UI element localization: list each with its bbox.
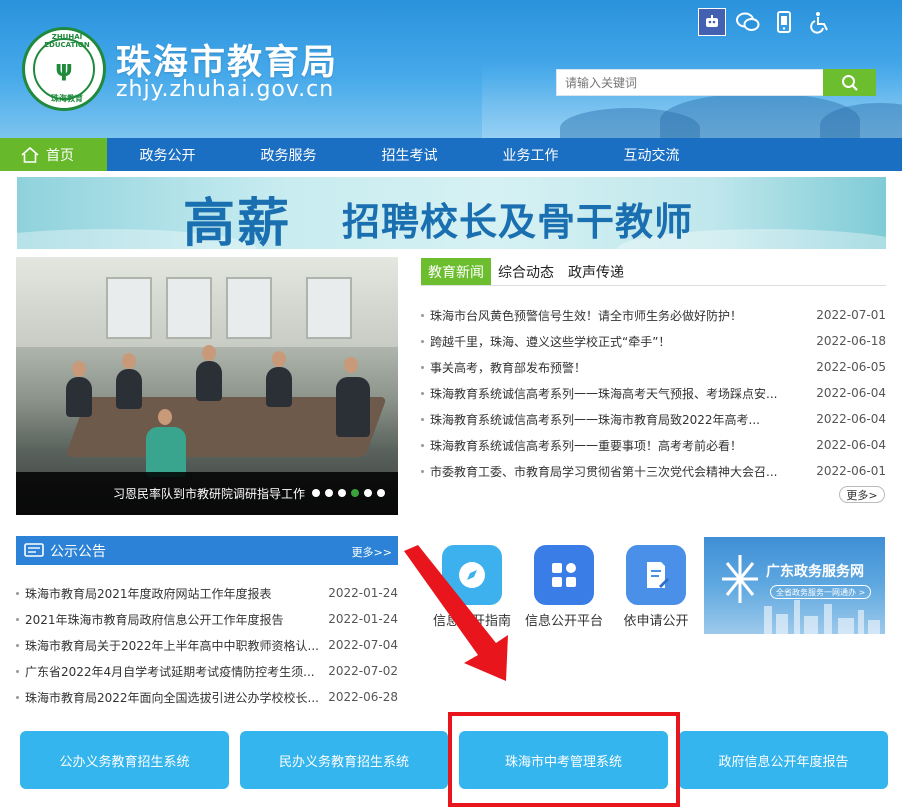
news-item[interactable]: 珠海教育系统诚信高考系列一一珠海市教育局致2022年高考... 2022-06-0… bbox=[421, 406, 886, 432]
notice-item-date: 2022-07-04 bbox=[328, 638, 398, 652]
tab-education-news[interactable]: 教育新闻 bbox=[421, 258, 491, 285]
slide-dot[interactable] bbox=[312, 489, 320, 497]
robot-assistant-icon[interactable] bbox=[698, 8, 726, 36]
home-icon bbox=[21, 146, 39, 163]
mobile-icon[interactable] bbox=[770, 8, 798, 36]
notice-item-title[interactable]: 2021年珠海市教育局政府信息公开工作年度报告 bbox=[25, 611, 321, 628]
notice-item-date: 2022-07-02 bbox=[328, 664, 398, 678]
document-pen-icon bbox=[626, 545, 686, 605]
public-compulsory-enrollment-button[interactable]: 公办义务教育招生系统 bbox=[20, 731, 229, 789]
site-domain: zhjy.zhuhai.gov.cn bbox=[116, 77, 335, 102]
notice-item-date: 2022-06-28 bbox=[328, 690, 398, 704]
news-title[interactable]: 珠海教育系统诚信高考系列一一重要事项！高考考前必看！ bbox=[430, 437, 785, 454]
banner-headline: 高薪 bbox=[183, 194, 292, 249]
slide-dot[interactable] bbox=[338, 489, 346, 497]
guangdong-service-card[interactable]: 广东政务服务网 全省政务服务一网通办 > bbox=[704, 537, 885, 634]
tab-general-updates[interactable]: 综合动态 bbox=[491, 258, 561, 285]
news-item[interactable]: 市委教育工委、市教育局学习贯彻省第十三次党代会精神大会召... 2022-06-0… bbox=[421, 458, 886, 484]
notice-item-title[interactable]: 珠海市教育局2022年面向全国选拔引进公办学校校长... bbox=[25, 689, 321, 706]
nav-item-government-services[interactable]: 政务服务 bbox=[228, 138, 349, 171]
notice-item-title[interactable]: 珠海市教育局关于2022年上半年高中中职教师资格认... bbox=[25, 637, 321, 654]
app-label: 信息公开平台 bbox=[524, 614, 603, 629]
search-button[interactable] bbox=[823, 69, 876, 96]
red-highlight-box bbox=[448, 712, 680, 807]
news-item[interactable]: 跨越千里，珠海、遵义这些学校正式“牵手”！ 2022-06-18 bbox=[421, 328, 886, 354]
notice-item[interactable]: 珠海市教育局2022年面向全国选拔引进公办学校校长... 2022-06-28 bbox=[16, 684, 398, 710]
notice-header: 公示公告 更多>> bbox=[16, 536, 398, 565]
nav-item-home[interactable]: 首页 bbox=[0, 138, 107, 171]
slideshow-dots bbox=[312, 489, 385, 497]
app-label: 依申请公开 bbox=[623, 614, 689, 629]
logo-text-bottom: 珠海教育 bbox=[51, 94, 83, 103]
news-date: 2022-06-01 bbox=[816, 464, 886, 478]
tab-divider bbox=[421, 285, 886, 286]
news-item[interactable]: 珠海教育系统诚信高考系列一一珠海高考天气预报、考场踩点安... 2022-06-0… bbox=[421, 380, 886, 406]
news-date: 2022-06-04 bbox=[816, 386, 886, 400]
nav-item-label: 首页 bbox=[46, 147, 74, 164]
news-title[interactable]: 市委教育工委、市教育局学习贯彻省第十三次党代会精神大会召... bbox=[430, 463, 785, 480]
private-compulsory-enrollment-button[interactable]: 民办义务教育招生系统 bbox=[240, 731, 448, 789]
site-header: ZHUHAI EDUCATION ψ 珠海教育 珠海市教育局 zhjy.zhuh… bbox=[0, 0, 902, 138]
news-date: 2022-07-01 bbox=[816, 308, 886, 322]
notice-item-date: 2022-01-24 bbox=[328, 586, 398, 600]
page: ZHUHAI EDUCATION ψ 珠海教育 珠海市教育局 zhjy.zhuh… bbox=[0, 0, 902, 811]
news-date: 2022-06-04 bbox=[816, 412, 886, 426]
news-title[interactable]: 事关高考，教育部发布预警！ bbox=[430, 359, 785, 376]
news-more-button[interactable]: 更多> bbox=[839, 486, 885, 503]
nav-item-business-work[interactable]: 业务工作 bbox=[470, 138, 591, 171]
banner-subline: 招聘校长及骨干教师 bbox=[342, 200, 694, 244]
search-icon bbox=[841, 74, 858, 91]
grid-icon bbox=[534, 545, 594, 605]
notice-item[interactable]: 2021年珠海市教育局政府信息公开工作年度报告 2022-01-24 bbox=[16, 606, 398, 632]
news-item[interactable]: 珠海市台风黄色预警信号生效！请全市师生务必做好防护！ 2022-07-01 bbox=[421, 302, 886, 328]
news-tabs: 教育新闻 综合动态 政声传递 bbox=[421, 258, 631, 285]
gov-info-annual-report-button[interactable]: 政府信息公开年度报告 bbox=[679, 731, 888, 789]
recruitment-banner[interactable]: 高薪 招聘校长及骨干教师 bbox=[17, 177, 886, 249]
search-input[interactable] bbox=[556, 69, 824, 96]
notice-board-icon bbox=[24, 542, 44, 557]
notice-list: 珠海市教育局2021年度政府网站工作年度报表 2022-01-24 2021年珠海… bbox=[16, 580, 398, 710]
app-apply-disclosure[interactable]: 依申请公开 bbox=[610, 545, 702, 629]
news-title[interactable]: 珠海教育系统诚信高考系列一一珠海市教育局致2022年高考... bbox=[430, 411, 785, 428]
news-list: 珠海市台风黄色预警信号生效！请全市师生务必做好防护！ 2022-07-01 跨越千… bbox=[421, 302, 886, 484]
app-info-platform[interactable]: 信息公开平台 bbox=[518, 545, 610, 629]
notice-item-title[interactable]: 珠海市教育局2021年度政府网站工作年度报表 bbox=[25, 585, 321, 602]
news-date: 2022-06-05 bbox=[816, 360, 886, 374]
news-date: 2022-06-04 bbox=[816, 438, 886, 452]
logo-text-top: ZHUHAI EDUCATION bbox=[44, 33, 90, 49]
main-nav: 首页 政务公开 政务服务 招生考试 业务工作 互动交流 bbox=[0, 138, 902, 171]
gd-service-logo-icon bbox=[722, 555, 758, 603]
tab-policy-messages[interactable]: 政声传递 bbox=[561, 258, 631, 285]
news-item[interactable]: 珠海教育系统诚信高考系列一一重要事项！高考考前必看！ 2022-06-04 bbox=[421, 432, 886, 458]
nav-item-enrollment-exams[interactable]: 招生考试 bbox=[349, 138, 470, 171]
nav-item-interaction[interactable]: 互动交流 bbox=[591, 138, 712, 171]
notice-item[interactable]: 珠海市教育局2021年度政府网站工作年度报表 2022-01-24 bbox=[16, 580, 398, 606]
slide-dot-active[interactable] bbox=[351, 489, 359, 497]
red-arrow-icon bbox=[404, 545, 508, 681]
news-title[interactable]: 跨越千里，珠海、遵义这些学校正式“牵手”！ bbox=[430, 333, 785, 350]
slide-dot[interactable] bbox=[377, 489, 385, 497]
news-title[interactable]: 珠海教育系统诚信高考系列一一珠海高考天气预报、考场踩点安... bbox=[430, 385, 785, 402]
accessibility-icon[interactable] bbox=[806, 8, 834, 36]
gd-service-subtitle: 全省政务服务一网通办 > bbox=[770, 585, 872, 599]
gd-service-title: 广东政务服务网 bbox=[766, 564, 864, 580]
wechat-icon[interactable] bbox=[734, 8, 762, 36]
notice-item-date: 2022-01-24 bbox=[328, 612, 398, 626]
notice-item[interactable]: 珠海市教育局关于2022年上半年高中中职教师资格认... 2022-07-04 bbox=[16, 632, 398, 658]
site-logo[interactable]: ZHUHAI EDUCATION ψ 珠海教育 bbox=[22, 27, 106, 111]
notice-more-link[interactable]: 更多>> bbox=[352, 544, 392, 560]
top-toolbar bbox=[698, 8, 834, 36]
notice-item[interactable]: 广东省2022年4月自学考试延期考试疫情防控考生须... 2022-07-02 bbox=[16, 658, 398, 684]
news-item[interactable]: 事关高考，教育部发布预警！ 2022-06-05 bbox=[421, 354, 886, 380]
nav-item-government-affairs[interactable]: 政务公开 bbox=[107, 138, 228, 171]
slide-dot[interactable] bbox=[325, 489, 333, 497]
news-title[interactable]: 珠海市台风黄色预警信号生效！请全市师生务必做好防护！ bbox=[430, 307, 785, 324]
notice-title: 公示公告 bbox=[50, 543, 106, 560]
slide-dot[interactable] bbox=[364, 489, 372, 497]
news-date: 2022-06-18 bbox=[816, 334, 886, 348]
notice-item-title[interactable]: 广东省2022年4月自学考试延期考试疫情防控考生须... bbox=[25, 663, 321, 680]
